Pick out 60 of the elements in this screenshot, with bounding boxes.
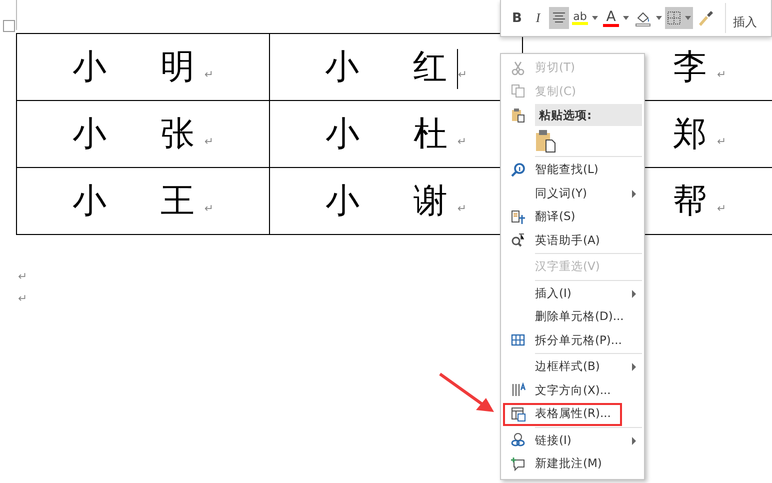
table-cell-text: 小 杜 [325,114,458,154]
table-cell-text: 帮 [673,181,717,221]
submenu-arrow-icon [632,290,636,298]
table-grid-icon [510,332,526,348]
paragraph-mark: ↵ [717,135,726,148]
menu-item[interactable]: 链接(I) [501,428,644,452]
menu-item[interactable]: 同义词(Y) [501,182,644,205]
comment-icon [510,456,526,472]
font-color-button[interactable]: A [601,7,631,29]
italic-button[interactable]: I [528,7,548,29]
menu-item[interactable]: 删除单元格(D)... [501,305,644,328]
submenu-arrow-icon [632,363,636,371]
format-painter-icon [696,9,714,27]
paragraph-mark: ↵ [204,135,214,148]
bold-button[interactable]: B [507,7,527,29]
paragraph-mark: ↵ [458,68,468,81]
paragraph-mark: ↵ [18,292,28,305]
highlight-button[interactable]: ab [570,7,600,29]
magnifier-icon [510,232,526,248]
borders-icon [667,11,681,25]
menu-item[interactable]: 拆分单元格(P)... [501,328,644,352]
menu-item[interactable]: 智能查找(L) [501,158,644,182]
paragraph-mark: ↵ [457,202,467,215]
paste-option-icon[interactable] [535,129,557,153]
search-icon [510,162,526,178]
paragraph-mark: ↵ [717,68,726,81]
paste-options-header: 粘贴选项: [535,104,642,126]
table-properties-icon [510,406,526,422]
paragraph-mark: ↵ [717,202,726,215]
table-move-handle[interactable] [3,20,15,32]
menu-item[interactable]: 边框样式(B) [501,355,644,378]
table-cell-text: 小 红 [324,47,457,87]
menu-item[interactable]: 新建批注(M) [501,452,644,476]
menu-item[interactable]: 翻译(S) [501,205,644,228]
paragraph-mark: ↵ [204,68,214,81]
align-center-icon [552,12,566,24]
table-cell-text: 李 [673,47,717,87]
scissors-icon [510,60,526,76]
copy-icon [510,83,526,100]
submenu-arrow-icon [632,190,636,198]
table-cell-text: 郑 [673,114,717,154]
table-cell-text: 小 明 [72,47,204,87]
insert-button[interactable]: 插入 [733,14,757,30]
table-cell-text: 小 王 [72,181,204,221]
text-direction-icon [510,382,526,398]
paragraph-mark: ↵ [457,135,467,148]
menu-item[interactable]: 表格属性(R)... [501,402,644,426]
align-button[interactable] [549,7,569,29]
menu-item[interactable]: 文字方向(X)... [501,378,644,402]
borders-button[interactable] [665,7,693,29]
table-cell-text: 小 谢 [325,181,458,221]
paragraph-mark: ↵ [204,202,214,215]
submenu-arrow-icon [632,436,636,444]
menu-item[interactable]: 英语助手(A) [501,228,644,252]
paragraph-mark: ↵ [18,270,28,283]
clipboard-icon [510,107,526,123]
menu-item[interactable]: 插入(I) [501,282,644,305]
table-cell-text: 小 张 [72,114,204,154]
link-icon [510,432,526,448]
translate-icon [510,208,526,225]
